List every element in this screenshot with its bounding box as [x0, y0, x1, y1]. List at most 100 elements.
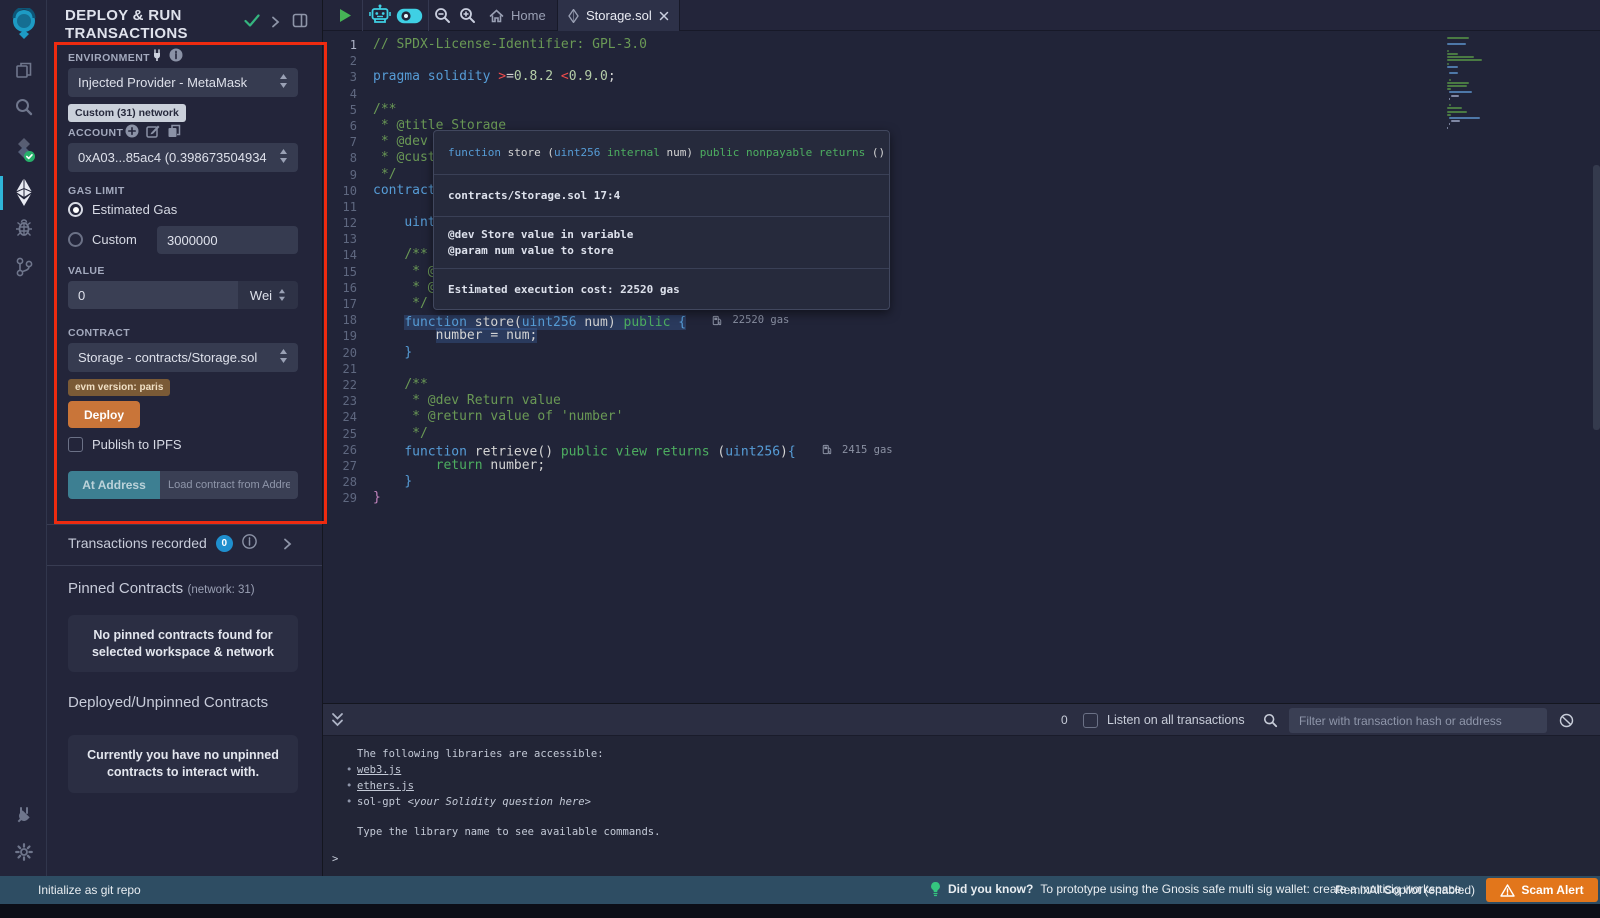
copy-account-icon[interactable]	[167, 124, 181, 143]
git-init-button[interactable]: Initialize as git repo	[38, 883, 141, 897]
minimap-line	[1449, 98, 1450, 100]
gas-estimate-badge: 22520 gas	[712, 312, 789, 328]
minimap-line	[1447, 82, 1469, 84]
code-line: 18 function store(uint256 num) public { …	[323, 312, 1441, 328]
value-unit-select[interactable]: Wei	[238, 281, 298, 309]
tab-home[interactable]: Home	[479, 0, 556, 31]
select-arrows-icon	[278, 289, 286, 301]
listen-all-transactions-checkbox[interactable]	[1083, 713, 1098, 728]
terminal-hint: Type the library name to see available c…	[357, 826, 660, 838]
scam-alert-button[interactable]: Scam Alert	[1486, 878, 1598, 902]
chevron-right-icon[interactable]	[271, 15, 280, 33]
network-badge: Custom (31) network	[68, 104, 186, 122]
tooltip-gas-estimate: Estimated execution cost: 22520 gas	[434, 269, 889, 309]
code-line: 24 * @return value of 'number'	[323, 409, 1441, 425]
tooltip-location: contracts/Storage.sol 17:4	[434, 175, 889, 217]
minimap-line	[1451, 120, 1460, 122]
minimap-line	[1447, 66, 1458, 68]
solidity-file-icon	[568, 9, 579, 23]
transactions-info-icon[interactable]	[242, 534, 257, 552]
tooltip-signature: function store (uint256 internal num) pu…	[434, 131, 889, 175]
minimap-line	[1451, 95, 1459, 97]
deploy-button[interactable]: Deploy	[68, 401, 140, 428]
hover-tooltip: function store (uint256 internal num) pu…	[433, 130, 890, 310]
remix-logo-icon[interactable]	[0, 8, 47, 40]
web3-link[interactable]: web3.js	[357, 764, 401, 776]
zoom-out-icon[interactable]	[434, 7, 451, 29]
transaction-filter-input[interactable]	[1289, 708, 1547, 733]
editor-toolbar: Home Storage.sol	[323, 0, 1600, 31]
deploy-run-panel: DEPLOY & RUN TRANSACTIONS ENVIRONMENT In…	[47, 0, 322, 876]
value-label: VALUE	[68, 265, 105, 277]
contract-select[interactable]: Storage - contracts/Storage.sol	[68, 343, 298, 372]
tab-storage-sol[interactable]: Storage.sol	[557, 0, 680, 31]
code-line: 29}	[323, 490, 1441, 506]
value-input[interactable]	[68, 281, 238, 309]
settings-gear-icon[interactable]	[0, 842, 47, 862]
editor-scrollbar[interactable]	[1593, 165, 1600, 430]
debugger-icon[interactable]	[0, 218, 47, 238]
publish-ipfs-option[interactable]: Publish to IPFS	[68, 437, 182, 452]
copilot-toggle[interactable]	[396, 8, 423, 29]
search-icon[interactable]	[0, 97, 47, 117]
panel-check-icon	[244, 14, 260, 32]
minimap-line	[1447, 59, 1482, 61]
minimap[interactable]	[1441, 31, 1551, 703]
file-explorer-icon[interactable]	[0, 60, 47, 80]
collapse-terminal-icon[interactable]	[331, 712, 344, 733]
pinned-contracts-header: Pinned Contracts (network: 31)	[68, 580, 255, 598]
minimap-line	[1449, 123, 1450, 125]
terminal-search-icon[interactable]	[1263, 713, 1278, 733]
deploy-and-run-icon[interactable]	[0, 177, 47, 207]
code-line: 3pragma solidity >=0.8.2 <0.9.0;	[323, 69, 1441, 85]
at-address-button[interactable]: At Address	[68, 471, 160, 499]
custom-gas-option[interactable]: Custom	[68, 232, 137, 247]
git-icon[interactable]	[0, 256, 47, 278]
run-script-icon[interactable]	[338, 8, 352, 28]
add-account-icon[interactable]	[125, 124, 139, 143]
panel-title: DEPLOY & RUN TRANSACTIONS	[65, 7, 245, 43]
plug-environment-icon[interactable]	[151, 49, 163, 67]
estimated-gas-option[interactable]: Estimated Gas	[68, 202, 177, 217]
tooltip-doc: @dev Store value in variable @param num …	[434, 217, 889, 269]
transactions-recorded-row: Transactions recorded 0	[68, 534, 257, 552]
minimap-line	[1447, 50, 1449, 52]
terminal-prompt[interactable]: >	[332, 853, 338, 865]
ai-copilot-robot-icon[interactable]	[369, 4, 391, 32]
minimap-line	[1447, 107, 1462, 109]
environment-select[interactable]: Injected Provider - MetaMask	[68, 68, 298, 97]
sign-message-icon[interactable]	[146, 124, 160, 143]
account-select[interactable]: 0xA03...85ac4 (0.398673504934	[68, 143, 298, 172]
solidity-compiler-icon[interactable]	[0, 137, 47, 163]
publish-ipfs-checkbox[interactable]	[68, 437, 83, 452]
estimated-gas-radio[interactable]	[68, 202, 83, 217]
transactions-expand-icon[interactable]	[283, 537, 292, 555]
close-tab-icon[interactable]	[659, 11, 669, 21]
terminal-intro: The following libraries are accessible:	[357, 748, 604, 760]
plugin-manager-icon[interactable]	[0, 805, 47, 827]
copilot-status[interactable]: RemixAI Copilot (enabled)	[1335, 883, 1475, 897]
contract-label: CONTRACT	[68, 327, 130, 339]
select-arrows-icon	[279, 349, 288, 366]
code-line: 23 * @dev Return value	[323, 393, 1441, 409]
code-line: 28 }	[323, 474, 1441, 490]
pin-panel-icon[interactable]	[292, 13, 308, 33]
account-label: ACCOUNT	[68, 127, 123, 139]
environment-info-icon[interactable]	[169, 48, 183, 67]
at-address-input[interactable]	[160, 471, 298, 499]
unpinned-contracts-header: Deployed/Unpinned Contracts	[68, 694, 268, 711]
status-bar: Initialize as git repo Did you know? To …	[0, 876, 1600, 904]
custom-gas-radio[interactable]	[68, 232, 83, 247]
solgpt-line: sol-gpt <your Solidity question here>	[357, 796, 591, 808]
clear-terminal-icon[interactable]	[1559, 713, 1574, 733]
zoom-in-icon[interactable]	[459, 7, 476, 29]
terminal-header: 0 Listen on all transactions	[323, 703, 1600, 736]
custom-gas-input[interactable]	[157, 226, 298, 254]
ethers-link[interactable]: ethers.js	[357, 780, 414, 792]
remix-logo	[9, 8, 39, 40]
evm-version-badge: evm version: paris	[68, 379, 170, 396]
code-line: 26 function retrieve() public view retur…	[323, 442, 1441, 458]
gas-estimate-badge: 2415 gas	[822, 442, 893, 458]
minimap-line	[1447, 88, 1451, 90]
code-line: 5/**	[323, 102, 1441, 118]
